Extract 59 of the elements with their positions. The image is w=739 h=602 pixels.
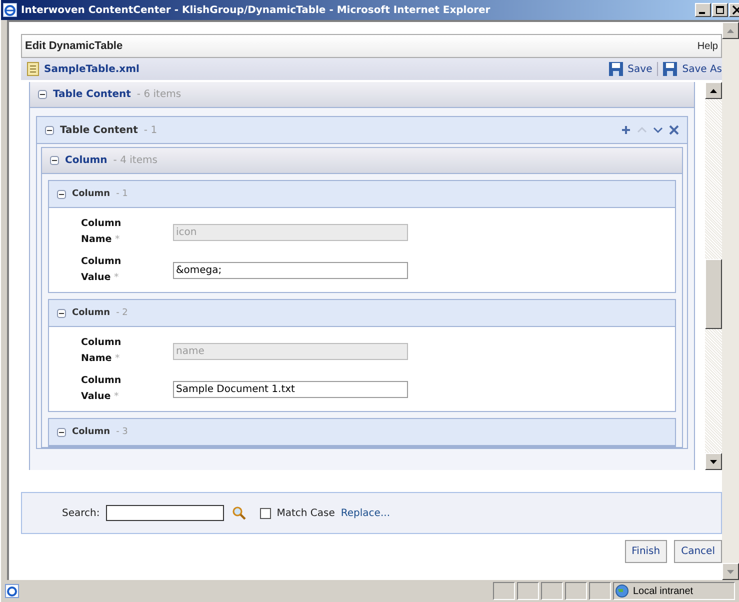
- field-label: Column Value *: [81, 255, 122, 285]
- section-title: Column: [65, 155, 108, 166]
- browser-logo-icon: [3, 3, 17, 17]
- text-field[interactable]: Sample Document 1.txt: [173, 380, 408, 398]
- replace-link[interactable]: Replace...: [340, 508, 390, 518]
- scroll-thumb[interactable]: [705, 259, 722, 329]
- scrollbar[interactable]: [705, 82, 722, 470]
- collapse-icon[interactable]: [57, 308, 66, 318]
- dialog-button[interactable]: Cancel: [674, 540, 722, 563]
- collapse-icon[interactable]: [50, 156, 59, 165]
- field-label: Column Value *: [81, 374, 122, 404]
- section-title: Table Content: [53, 89, 131, 100]
- maximize-icon[interactable]: [712, 3, 728, 17]
- section-title: Column: [72, 427, 110, 437]
- scroll-up-icon[interactable]: [710, 88, 717, 92]
- help-link[interactable]: Help: [697, 40, 718, 52]
- window-title: Interwoven ContentCenter - KlishGroup/DynamicTable - Microsoft Internet Explorer: [21, 4, 490, 16]
- match-case-checkbox[interactable]: [260, 508, 271, 518]
- zone-label: Local intranet: [633, 586, 694, 596]
- text-field[interactable]: &omega;: [173, 262, 408, 278]
- section-title: Table Content: [60, 124, 138, 136]
- delete-icon[interactable]: [669, 125, 679, 135]
- match-case-label: Match Case: [276, 508, 335, 518]
- globe-icon: [614, 584, 630, 598]
- save-as-icon[interactable]: [663, 62, 678, 76]
- search-field[interactable]: [106, 505, 224, 521]
- item-index: - 2: [116, 308, 128, 318]
- save-as-link[interactable]: Save As: [682, 64, 722, 74]
- search-icon[interactable]: [232, 506, 246, 520]
- item-index: - 1: [116, 189, 128, 199]
- save-icon[interactable]: [608, 62, 623, 76]
- scroll-down-icon[interactable]: [710, 460, 717, 464]
- page-icon: [5, 584, 19, 598]
- minimize-icon[interactable]: [695, 3, 711, 17]
- status-pane: [517, 582, 539, 600]
- field-label: Column Name *: [81, 336, 122, 366]
- collapse-icon[interactable]: [45, 126, 54, 134]
- item-index: - 3: [116, 427, 128, 437]
- document-icon: [27, 62, 39, 76]
- item-index: - 1: [144, 124, 158, 136]
- collapse-icon[interactable]: [57, 190, 66, 198]
- item-count: - 4 items: [113, 155, 158, 166]
- status-pane: [589, 582, 611, 600]
- item-count: - 6 items: [136, 89, 182, 100]
- status-pane: [541, 582, 563, 600]
- search-label: Search:: [62, 508, 100, 518]
- status-pane: [493, 582, 515, 600]
- move-down-icon[interactable]: [653, 125, 663, 135]
- collapse-icon[interactable]: [57, 428, 66, 436]
- collapse-icon[interactable]: [38, 90, 47, 99]
- add-icon[interactable]: [621, 125, 631, 135]
- dialog-button[interactable]: Finish: [624, 540, 668, 563]
- section-title: Column: [72, 308, 110, 318]
- status-pane: [565, 582, 587, 600]
- save-link[interactable]: Save: [628, 64, 652, 74]
- field-label: Column Name *: [81, 217, 122, 247]
- page-title: Edit DynamicTable: [25, 40, 123, 52]
- section-title: Column: [72, 189, 110, 199]
- file-name[interactable]: SampleTable.xml: [44, 64, 140, 74]
